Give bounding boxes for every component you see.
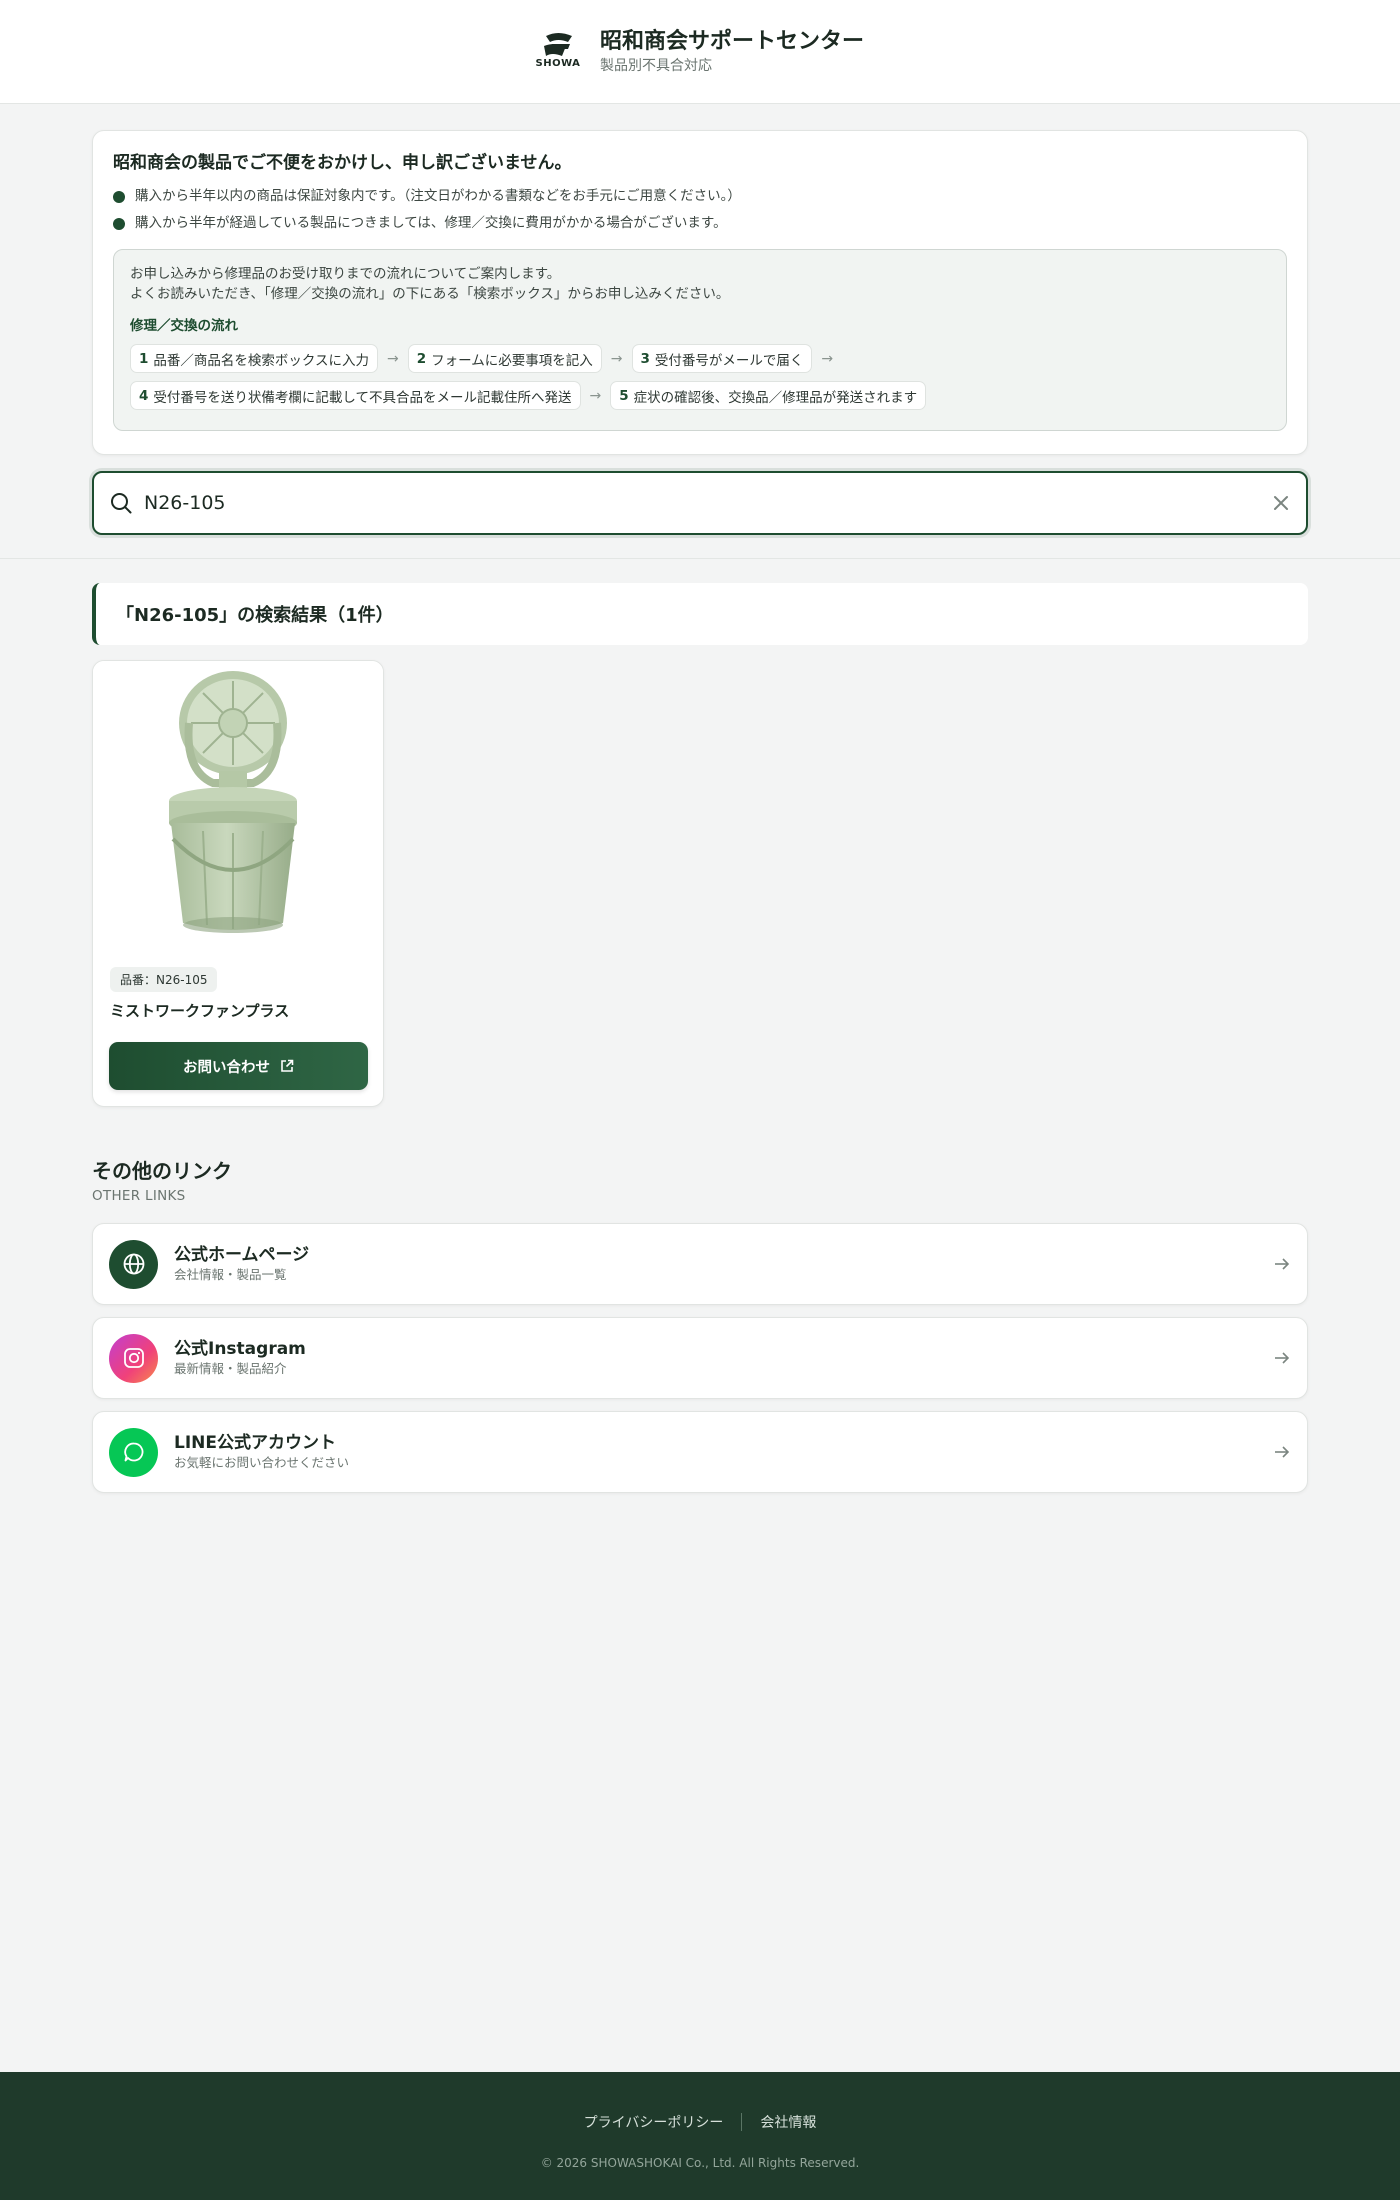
link-official-homepage[interactable]: 公式ホームページ 会社情報・製品一覧 xyxy=(92,1223,1308,1305)
link-official-instagram[interactable]: 公式Instagram 最新情報・製品紹介 xyxy=(92,1317,1308,1399)
step-text: 品番／商品名を検索ボックスに入力 xyxy=(153,352,370,369)
flow-box: お申し込みから修理品のお受け取りまでの流れについてご案内します。 よくお読みいた… xyxy=(113,249,1287,431)
logo-mark-icon xyxy=(543,32,572,56)
step-number: 3 xyxy=(640,350,650,367)
link-label: 公式Instagram xyxy=(174,1339,306,1359)
logo-text: SHOWA xyxy=(535,57,581,69)
other-links-subtitle: OTHER LINKS xyxy=(92,1188,186,1204)
flow-step: 5 症状の確認後、交換品／修理品が発送されます xyxy=(610,381,927,410)
link-description: 会社情報・製品一覧 xyxy=(174,1267,287,1282)
step-text: 症状の確認後、交換品／修理品が発送されます xyxy=(633,389,918,406)
flow-steps-row: 4 受付番号を送り状備考欄に記載して不具合品をメール記載住所へ発送 → 5 症状の確… xyxy=(130,381,1270,410)
privacy-policy-link[interactable]: プライバシーポリシー xyxy=(584,2112,724,2132)
flow-step: 2 フォームに必要事項を記入 xyxy=(407,344,602,373)
product-card[interactable]: 品番：N26-105 ミストワークファンプラス お問い合わせ xyxy=(92,660,384,1107)
flow-step: 4 受付番号を送り状備考欄に記載して不具合品をメール記載住所へ発送 xyxy=(130,381,581,410)
search-icon xyxy=(111,493,132,514)
footer-links: プライバシーポリシー 会社情報 xyxy=(0,2112,1400,2132)
showa-logo: SHOWA xyxy=(536,30,580,74)
step-number: 5 xyxy=(619,387,629,404)
site-footer: プライバシーポリシー 会社情報 © 2026 SHOWASHOKAI Co., … xyxy=(0,2072,1400,2200)
product-name: ミストワークファンプラス xyxy=(110,1002,290,1020)
step-text: 受付番号がメールで届く xyxy=(654,352,804,369)
inquiry-button-label: お問い合わせ xyxy=(183,1059,270,1076)
copyright: © 2026 SHOWASHOKAI Co., Ltd. All Rights … xyxy=(540,2156,860,2170)
arrow-right-icon: → xyxy=(589,387,602,404)
arrow-right-icon xyxy=(1275,1446,1290,1458)
results-heading: 「N26-105」の検索結果（1件） xyxy=(92,583,1308,645)
section-divider xyxy=(0,558,1400,559)
product-image xyxy=(93,661,383,951)
brand[interactable]: SHOWA 昭和商会サポートセンター 製品別不具合対応 xyxy=(536,28,864,76)
arrow-right-icon: → xyxy=(387,350,399,367)
company-info-link[interactable]: 会社情報 xyxy=(760,2112,816,2132)
site-title: 昭和商会サポートセンター xyxy=(599,28,864,54)
other-links-title: その他のリンク xyxy=(92,1159,232,1183)
product-photo-fan xyxy=(169,671,297,933)
flow-step: 3 受付番号がメールで届く xyxy=(631,344,813,373)
link-label: LINE公式アカウント xyxy=(174,1433,336,1453)
search-box[interactable] xyxy=(92,471,1308,535)
notice-bullet: 購入から半年以内の商品は保証対象内です。（注文日がわかる書類などをお手元にご用意… xyxy=(113,183,1287,210)
link-label: 公式ホームページ xyxy=(174,1245,310,1265)
notice-card: 昭和商会の製品でご不便をおかけし、申し訳ございません。 購入から半年以内の商品は… xyxy=(92,130,1308,455)
flow-title: 修理／交換の流れ xyxy=(130,318,238,334)
arrow-right-icon: → xyxy=(821,350,834,367)
flow-intro-line: よくお読みいただき、「修理／交換の流れ」の下にある「検索ボックス」からお申し込み… xyxy=(130,286,730,302)
bullet-dot-icon xyxy=(113,217,125,230)
site-header: SHOWA 昭和商会サポートセンター 製品別不具合対応 xyxy=(0,0,1400,104)
flow-steps-row: 1 品番／商品名を検索ボックスに入力 → 2 フォームに必要事項を記入 → 3 受付番… xyxy=(130,344,1270,373)
step-number: 4 xyxy=(139,387,149,404)
footer-separator xyxy=(741,2113,743,2131)
arrow-right-icon xyxy=(1275,1352,1290,1364)
inquiry-button[interactable]: お問い合わせ xyxy=(109,1042,368,1090)
step-text: 受付番号を送り状備考欄に記載して不具合品をメール記載住所へ発送 xyxy=(153,389,572,406)
flow-intro-line: お申し込みから修理品のお受け取りまでの流れについてご案内します。 xyxy=(130,266,561,282)
link-description: お気軽にお問い合わせください xyxy=(174,1455,350,1470)
globe-icon xyxy=(109,1239,158,1289)
chat-icon xyxy=(109,1427,158,1477)
step-text: フォームに必要事項を記入 xyxy=(431,352,593,369)
step-number: 1 xyxy=(139,350,149,367)
clear-search-icon[interactable] xyxy=(1272,494,1290,512)
instagram-icon xyxy=(109,1333,158,1383)
arrow-right-icon xyxy=(1275,1258,1290,1270)
notice-bullet-text: 購入から半年以内の商品は保証対象内です。（注文日がわかる書類などをお手元にご用意… xyxy=(135,188,741,204)
sku-badge: 品番：N26-105 xyxy=(110,967,218,992)
notice-bullet-text: 購入から半年が経過している製品につきましては、修理／交換に費用がかかる場合がござ… xyxy=(135,215,727,231)
link-description: 最新情報・製品紹介 xyxy=(174,1361,287,1376)
search-input[interactable] xyxy=(144,492,1272,514)
notice-title: 昭和商会の製品でご不便をおかけし、申し訳ございません。 xyxy=(113,153,572,173)
external-link-icon xyxy=(281,1059,294,1072)
bullet-dot-icon xyxy=(113,190,125,203)
notice-bullet: 購入から半年が経過している製品につきましては、修理／交換に費用がかかる場合がござ… xyxy=(113,210,1287,237)
step-number: 2 xyxy=(416,350,427,367)
site-subtitle: 製品別不具合対応 xyxy=(599,57,712,74)
arrow-right-icon: → xyxy=(610,350,623,367)
link-line-account[interactable]: LINE公式アカウント お気軽にお問い合わせください xyxy=(92,1411,1308,1493)
flow-step: 1 品番／商品名を検索ボックスに入力 xyxy=(130,344,379,373)
